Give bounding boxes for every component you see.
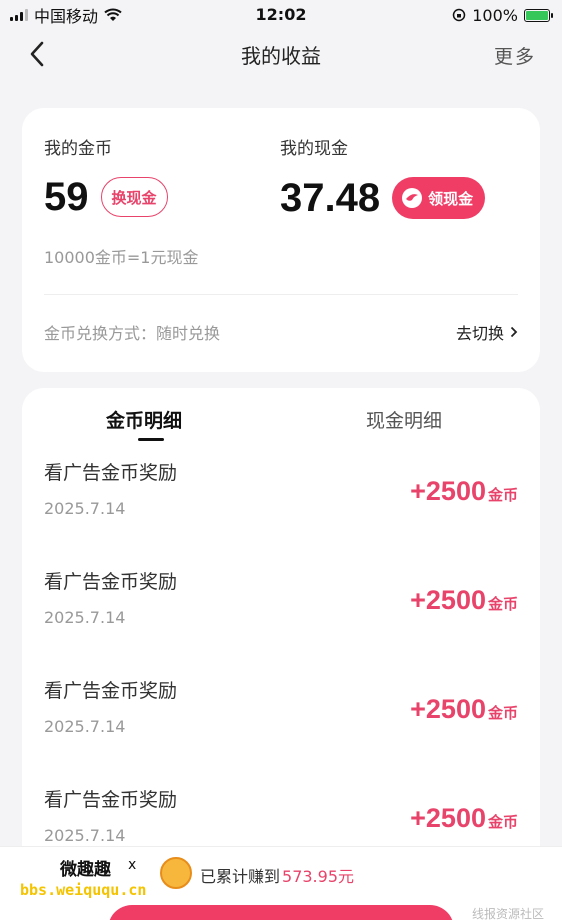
gold-label: 我的金币 [44, 139, 112, 159]
page-title: 我的收益 [241, 43, 321, 68]
withdraw-cash-label: 领现金 [428, 189, 474, 208]
record-amount: +2500 金币 [410, 585, 518, 616]
bottom-bar: 微趣趣 x bbs.weiququ.cn 已累计赚到 573.95元 线报资源社… [0, 846, 562, 920]
cash-amount: 37.48 [280, 176, 381, 220]
chevron-right-icon [510, 326, 518, 338]
total-earned: 已累计赚到 573.95元 [200, 863, 354, 887]
exchange-cash-button[interactable]: 换现金 [100, 177, 168, 217]
clock: 12:02 [255, 5, 307, 24]
signal-icon [10, 9, 28, 21]
list-item: 看广告金币奖励 2025.7.14 +2500 金币 [44, 567, 518, 675]
back-arrow-icon[interactable] [26, 40, 50, 68]
switch-method-button[interactable]: 去切换 [456, 320, 518, 344]
watermark-logo-text: 微趣趣 [60, 860, 111, 880]
list-item: 看广告金币奖励 2025.7.14 +2500 金币 [44, 676, 518, 784]
earnings-summary-card: 我的金币 59 换现金 我的现金 37.48 领现金 10000金币=1元现金 … [22, 108, 540, 372]
cash-section: 我的现金 37.48 领现金 [280, 134, 486, 220]
wifi-icon [104, 8, 122, 21]
cash-label: 我的现金 [280, 139, 348, 159]
exchange-rate-text: 10000金币=1元现金 [44, 248, 199, 267]
total-earned-label: 已累计赚到 [200, 867, 281, 886]
withdraw-cash-button[interactable]: 领现金 [392, 177, 486, 219]
record-amount-value: +2500 [410, 694, 486, 724]
list-item: 看广告金币奖励 2025.7.14 +2500 金币 [44, 458, 518, 566]
coin-avatar-icon [160, 857, 192, 889]
gold-section: 我的金币 59 换现金 [44, 134, 168, 217]
record-amount-value: +2500 [410, 803, 486, 833]
carrier: 中国移动 [34, 7, 99, 26]
record-amount-value: +2500 [410, 476, 486, 506]
records-card: 金币明细 现金明细 看广告金币奖励 2025.7.14 +2500 金币 看广告… [22, 388, 540, 920]
record-amount: +2500 金币 [410, 694, 518, 725]
record-amount-value: +2500 [410, 585, 486, 615]
divider [44, 294, 518, 295]
watermark-right: 线报资源社区 [471, 907, 544, 920]
orientation-lock-icon [453, 8, 466, 22]
switch-label: 去切换 [455, 324, 504, 343]
tab-cash-detail[interactable]: 现金明细 [366, 406, 442, 433]
wallet-icon [402, 188, 423, 208]
record-amount-unit: 金币 [487, 704, 518, 722]
watermark-x: x [128, 857, 137, 873]
status-bar: 中国移动 12:02 100% [0, 0, 562, 30]
tab-gold-detail[interactable]: 金币明细 [106, 406, 182, 433]
battery-icon [524, 8, 553, 22]
record-amount: +2500 金币 [410, 476, 518, 507]
active-tab-indicator [138, 438, 164, 441]
battery-percent: 100% [472, 5, 518, 25]
record-amount-unit: 金币 [487, 813, 518, 831]
primary-action-button[interactable] [108, 905, 454, 920]
total-earned-value: 573.95元 [282, 867, 355, 886]
record-amount: +2500 金币 [410, 803, 518, 834]
watermark-url: bbs.weiququ.cn [20, 881, 147, 899]
exchange-method-text: 金币兑换方式：随时兑换 [44, 324, 221, 343]
more-button[interactable]: 更多 [494, 42, 536, 69]
nav-bar: 我的收益 更多 [0, 30, 562, 78]
record-amount-unit: 金币 [487, 595, 518, 613]
record-amount-unit: 金币 [487, 486, 518, 504]
records-tabs: 金币明细 现金明细 [22, 388, 540, 446]
gold-amount: 59 [44, 175, 89, 219]
